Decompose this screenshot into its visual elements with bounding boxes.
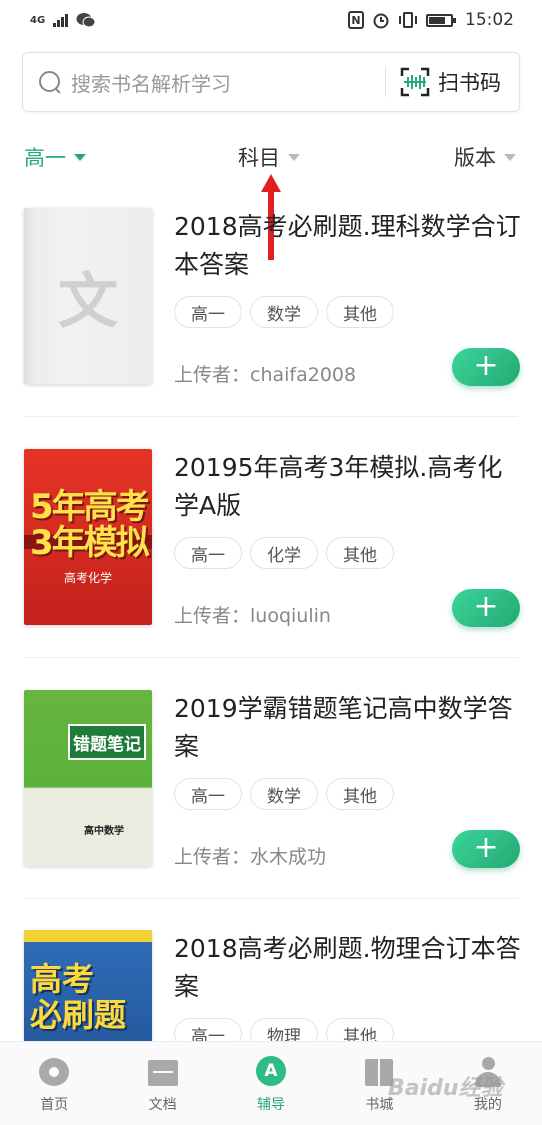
book-title[interactable]: 2018高考必刷题.物理合订本答案 xyxy=(174,930,524,1006)
vibrate-icon xyxy=(399,12,417,28)
uploader: 上传者：luoqiulin xyxy=(174,605,331,627)
search-bar[interactable]: 搜索书名解析学习 扫书码 xyxy=(22,52,520,112)
network-type: 4G xyxy=(30,14,46,26)
book-item[interactable]: 错题笔记 高中数学 2019学霸错题笔记高中数学答案 高一 数学 其他 上传者：… xyxy=(0,690,542,931)
scan-barcode-icon xyxy=(400,67,430,97)
tag-grade: 高一 xyxy=(174,778,242,810)
battery-icon xyxy=(426,13,456,27)
watermark: Baidu经验 xyxy=(388,1076,503,1101)
tag-other: 其他 xyxy=(326,778,394,810)
status-bar: 4G N 15:02 xyxy=(0,0,542,40)
nav-label: 文档 xyxy=(148,1097,177,1113)
home-icon xyxy=(37,1056,71,1088)
cover-band xyxy=(24,930,152,942)
tag-list: 高一 数学 其他 xyxy=(174,778,394,810)
nav-label: 辅导 xyxy=(257,1097,286,1113)
tag-list: 高一 数学 其他 xyxy=(174,296,394,328)
tag-other: 其他 xyxy=(326,537,394,569)
nav-label: 首页 xyxy=(40,1097,69,1113)
tag-grade: 高一 xyxy=(174,296,242,328)
subject-filter-label: 科目 xyxy=(238,146,280,170)
tag-grade: 高一 xyxy=(174,537,242,569)
book-cover: 错题笔记 高中数学 xyxy=(24,690,152,866)
add-button[interactable]: + xyxy=(452,348,520,386)
search-input[interactable]: 搜索书名解析学习 xyxy=(71,68,385,97)
grade-filter-label: 高一 xyxy=(24,146,66,170)
tag-other: 其他 xyxy=(326,296,394,328)
tutoring-icon xyxy=(254,1056,288,1088)
book-title[interactable]: 20195年高考3年模拟.高考化学A版 xyxy=(174,449,524,525)
edition-filter-label: 版本 xyxy=(454,146,496,170)
clock: 15:02 xyxy=(465,10,514,30)
cover-subtitle: 高中数学 xyxy=(84,826,124,837)
signal-icon xyxy=(53,13,69,27)
documents-icon xyxy=(146,1056,180,1088)
tag-list: 高一 化学 其他 xyxy=(174,537,394,569)
nav-tutoring[interactable]: 辅导 xyxy=(217,1042,325,1125)
cover-placeholder-text: 文 xyxy=(58,266,118,337)
nfc-icon: N xyxy=(348,11,364,29)
book-title[interactable]: 2018高考必刷题.理科数学合订本答案 xyxy=(174,208,524,284)
wechat-icon xyxy=(76,13,96,28)
uploader: 上传者：chaifa2008 xyxy=(174,364,357,386)
add-button[interactable]: + xyxy=(452,589,520,627)
grade-filter[interactable]: 高一 xyxy=(24,140,86,174)
uploader: 上传者：水木成功 xyxy=(174,846,327,868)
scan-book-button[interactable]: 扫书码 xyxy=(400,67,519,97)
cover-text: 错题笔记 xyxy=(68,724,146,760)
chevron-down-icon xyxy=(74,153,86,161)
nav-documents[interactable]: 文档 xyxy=(108,1042,216,1125)
tag-subject: 数学 xyxy=(250,778,318,810)
chevron-down-icon xyxy=(504,153,516,161)
subject-filter[interactable]: 科目 xyxy=(238,140,300,174)
add-button[interactable]: + xyxy=(452,830,520,868)
tag-subject: 数学 xyxy=(250,296,318,328)
scan-label: 扫书码 xyxy=(438,71,501,95)
book-cover: 文 xyxy=(24,208,152,384)
divider xyxy=(24,898,518,899)
book-item[interactable]: 5年高考 3年模拟 高考化学 20195年高考3年模拟.高考化学A版 高一 化学… xyxy=(0,449,542,690)
divider xyxy=(24,657,518,658)
chevron-down-icon xyxy=(288,153,300,161)
cover-text: 必刷题 xyxy=(30,996,127,1034)
book-title[interactable]: 2019学霸错题笔记高中数学答案 xyxy=(174,690,524,766)
divider xyxy=(24,416,518,417)
search-divider xyxy=(385,67,386,97)
status-right: N 15:02 xyxy=(348,10,514,30)
tag-subject: 化学 xyxy=(250,537,318,569)
alarm-icon xyxy=(373,13,389,29)
book-item[interactable]: 文 2018高考必刷题.理科数学合订本答案 高一 数学 其他 上传者：chaif… xyxy=(0,208,542,449)
nav-home[interactable]: 首页 xyxy=(0,1042,108,1125)
edition-filter[interactable]: 版本 xyxy=(454,140,516,174)
book-cover: 5年高考 3年模拟 高考化学 xyxy=(24,449,152,625)
cover-subtitle: 高考化学 xyxy=(63,571,112,585)
search-icon xyxy=(37,69,63,95)
status-left: 4G xyxy=(30,12,96,28)
cover-text: 3年模拟 xyxy=(30,523,150,563)
